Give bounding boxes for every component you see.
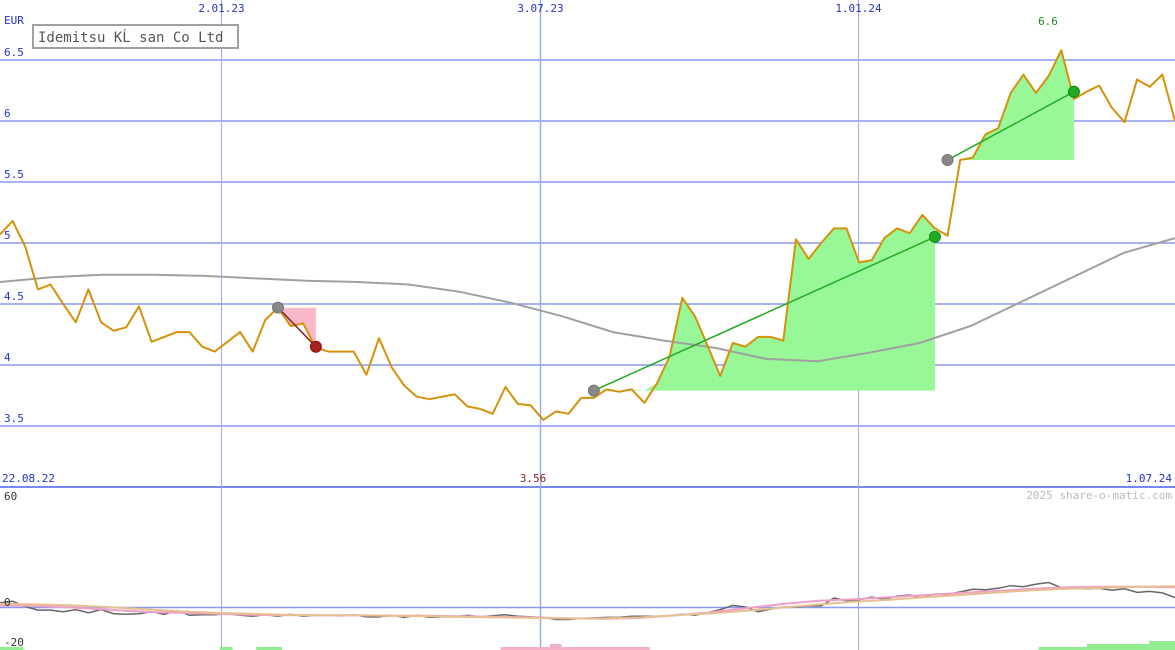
- stock-chart: EUR 22.08.22 1.07.24 2025 share-o-matic.…: [0, 0, 1175, 650]
- trade-entry-marker: [587, 384, 600, 397]
- date-start-label: 22.08.22: [2, 472, 55, 485]
- date-tick-label: 3.07.23: [517, 2, 563, 15]
- moving-average-line: [0, 237, 1175, 363]
- trade-fills: [0, 50, 1175, 650]
- indicator-line: [0, 581, 1175, 621]
- trade-fill: [947, 50, 1074, 161]
- date-tick-label: 1.01.24: [835, 2, 882, 15]
- trade-exit-marker: [309, 340, 322, 353]
- trade-exit-marker: [1067, 85, 1080, 98]
- watermark: 2025 share-o-matic.com: [1026, 489, 1172, 502]
- indicator-tick-label: 0: [4, 596, 11, 609]
- price-tick-label: 5.5: [4, 168, 24, 181]
- chart-svg: EUR 22.08.22 1.07.24 2025 share-o-matic.…: [0, 0, 1175, 650]
- date-tick-label: 2.01.23: [198, 2, 244, 15]
- date-end-label: 1.07.24: [1126, 472, 1173, 485]
- min-price-label: 3.56: [520, 472, 547, 485]
- bottom-bar: [549, 644, 562, 650]
- title-box: Idemitsu KĹ san Co Ltd: [32, 24, 239, 49]
- indicator-tick-label: 60: [4, 490, 17, 503]
- max-price-label: 6.6: [1038, 15, 1058, 28]
- indicator-tick-label: -20: [4, 636, 24, 649]
- price-tick-label: 5: [4, 229, 11, 242]
- price-tick-label: 4.5: [4, 290, 24, 303]
- chart-title: Idemitsu KĹ san Co Ltd: [38, 28, 223, 46]
- trade-entry-marker: [941, 154, 954, 167]
- price-tick-label: 6.5: [4, 46, 24, 59]
- bottom-bar: [1149, 641, 1175, 650]
- price-tick-label: 6: [4, 107, 11, 120]
- labels: EUR 22.08.22 1.07.24 2025 share-o-matic.…: [2, 2, 1172, 649]
- currency-label: EUR: [4, 14, 24, 27]
- trade-exit-marker: [928, 230, 941, 243]
- price-tick-label: 3.5: [4, 412, 24, 425]
- price-tick-label: 4: [4, 351, 11, 364]
- bottom-bar: [1086, 644, 1150, 650]
- trade-entry-marker: [271, 301, 284, 314]
